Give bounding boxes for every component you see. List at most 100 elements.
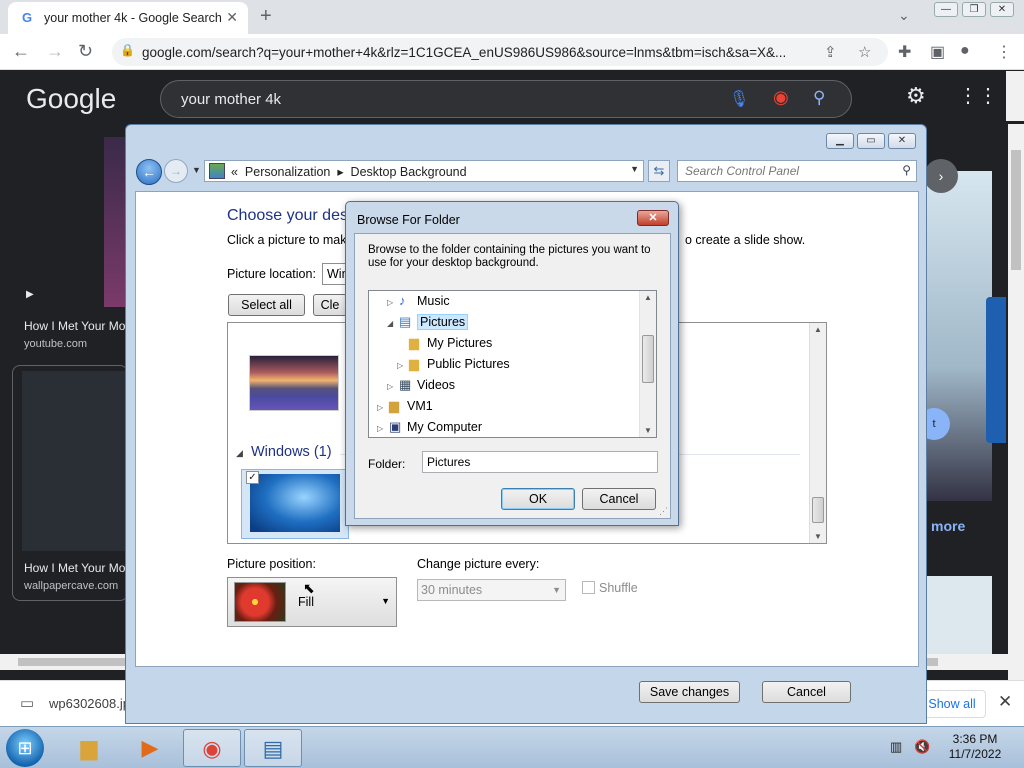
side-extension-widget[interactable] <box>986 297 1006 443</box>
expand-arrow-icon[interactable]: ▷ <box>387 293 399 313</box>
explorer-taskbar-icon[interactable]: ▆ <box>60 729 118 767</box>
picture-list-scrollbar[interactable]: ▲ ▼ <box>809 323 826 543</box>
voice-search-icon[interactable]: 🎙 <box>729 89 749 109</box>
search-placeholder[interactable]: Search Control Panel <box>685 164 799 178</box>
side-panel-icon[interactable]: ▣ <box>930 42 945 62</box>
related-image-thumbnail[interactable] <box>926 576 992 656</box>
new-tab-button[interactable]: + <box>260 5 272 28</box>
breadcrumb-desktop-background[interactable]: Desktop Background <box>351 165 467 179</box>
select-all-button[interactable]: Select all <box>228 294 305 316</box>
scroll-up-arrow-icon[interactable]: ▲ <box>644 293 652 302</box>
breadcrumb-personalization[interactable]: Personalization <box>245 165 330 179</box>
tree-item-my-computer[interactable]: ▷ ▣ My Computer <box>377 417 482 437</box>
tree-item-music[interactable]: ▷ ♪ Music <box>387 291 450 311</box>
cancel-button[interactable]: Cancel <box>582 488 656 510</box>
expand-arrow-icon[interactable]: ▷ <box>387 377 399 397</box>
chrome-taskbar-icon[interactable]: ◉ <box>183 729 241 767</box>
tree-item-my-pictures[interactable]: ▆ My Pictures <box>397 333 492 353</box>
recent-pages-dropdown-icon[interactable]: ▼ <box>192 165 201 175</box>
media-player-taskbar-icon[interactable]: ▶ <box>121 729 179 767</box>
resize-grip-icon[interactable]: ⋰ <box>659 506 668 517</box>
google-logo[interactable]: Google <box>26 83 116 115</box>
extensions-puzzle-icon[interactable]: ✚ <box>898 42 911 62</box>
tree-item-pictures[interactable]: ◢ ▤ Pictures <box>387 312 469 334</box>
expand-arrow-icon[interactable]: ▷ <box>377 419 389 437</box>
minimize-button[interactable]: ▁ <box>826 133 854 149</box>
result-title[interactable]: How I Met Your Mo <box>24 561 125 575</box>
profile-avatar-icon[interactable]: ● <box>960 42 970 60</box>
search-query[interactable]: your mother 4k <box>181 91 281 108</box>
tree-item-label[interactable]: VM1 <box>407 399 433 413</box>
address-bar[interactable]: 🔒 google.com/search?q=your+mother+4k&rlz… <box>112 38 888 66</box>
close-button[interactable]: ✕ <box>888 133 916 149</box>
group-header[interactable]: ◢ Windows (1) <box>236 444 332 460</box>
google-lens-icon[interactable]: ◉ <box>773 87 789 108</box>
tab-close-icon[interactable]: ✕ <box>226 9 238 26</box>
wallpaper-thumbnail[interactable] <box>250 474 340 532</box>
address-bar[interactable]: « Personalization ▸ Desktop Background ▼ <box>204 160 644 182</box>
tree-item-label[interactable]: Music <box>417 294 450 308</box>
back-arrow-icon[interactable]: ← <box>136 159 162 185</box>
control-panel-taskbar-icon[interactable]: ▤ <box>244 729 302 767</box>
close-window-button[interactable]: ✕ <box>990 2 1014 17</box>
scroll-down-arrow-icon[interactable]: ▼ <box>814 532 822 541</box>
address-dropdown-icon[interactable]: ▼ <box>630 164 639 174</box>
forward-arrow-icon[interactable]: → <box>46 41 64 62</box>
save-changes-button[interactable]: Save changes <box>639 681 740 703</box>
selected-wallpaper-item[interactable]: ✓ <box>241 469 349 539</box>
search-icon[interactable]: ⚲ <box>902 163 911 177</box>
show-all-button[interactable]: Show all <box>918 690 986 718</box>
clock[interactable]: 3:36 PM 11/7/2022 <box>940 732 1010 762</box>
preview-image[interactable] <box>926 171 992 501</box>
tree-scrollbar[interactable]: ▲ ▼ <box>639 291 656 437</box>
change-interval-select[interactable]: 30 minutes ▼ <box>417 579 566 601</box>
scrollbar-thumb[interactable] <box>642 335 654 383</box>
scroll-down-arrow-icon[interactable]: ▼ <box>644 426 652 435</box>
result-thumbnail[interactable] <box>104 137 126 307</box>
folder-input[interactable]: Pictures <box>422 451 658 473</box>
tree-item-vm1[interactable]: ▷ ▆ VM1 <box>377 396 433 416</box>
search-control-panel-input[interactable]: Search Control Panel ⚲ <box>677 160 917 182</box>
back-arrow-icon[interactable]: ← <box>12 41 30 62</box>
wallpaper-thumbnail[interactable] <box>249 355 339 411</box>
google-apps-icon[interactable]: ⋮⋮ <box>958 83 998 108</box>
expand-arrow-icon[interactable]: ▷ <box>377 398 389 418</box>
cancel-button[interactable]: Cancel <box>762 681 851 703</box>
more-link[interactable]: more <box>931 518 965 534</box>
clear-all-button[interactable]: Cle <box>313 294 347 316</box>
settings-gear-icon[interactable]: ⚙ <box>906 83 926 109</box>
network-icon[interactable]: ▥ <box>890 739 902 755</box>
reload-icon[interactable]: ↻ <box>78 41 93 62</box>
maximize-button[interactable]: ▭ <box>857 133 885 149</box>
collapse-arrow-icon[interactable]: ◢ <box>387 314 399 334</box>
scrollbar-thumb[interactable] <box>1011 150 1021 270</box>
dialog-close-button[interactable]: ✕ <box>637 210 669 226</box>
forward-arrow-icon[interactable]: → <box>164 159 188 183</box>
folder-tree[interactable]: ▷ ♪ Music ◢ ▤ Pictures ▆ My Pictures ▷ ▆ Public… <box>368 290 657 438</box>
restore-button[interactable]: ❐ <box>962 2 986 17</box>
tree-item-label[interactable]: My Pictures <box>427 336 492 350</box>
bookmark-star-icon[interactable]: ☆ <box>858 43 871 61</box>
scroll-up-arrow-icon[interactable]: ▲ <box>814 325 822 334</box>
ok-button[interactable]: OK <box>501 488 575 510</box>
wallpaper-checkbox[interactable]: ✓ <box>246 471 259 484</box>
result-title[interactable]: How I Met Your Mo <box>24 319 125 333</box>
tree-item-public-pictures[interactable]: ▷ ▆ Public Pictures <box>397 354 510 374</box>
tree-item-videos[interactable]: ▷ ▦ Videos <box>387 375 455 395</box>
tree-item-label[interactable]: My Computer <box>407 420 482 434</box>
shuffle-checkbox[interactable]: Shuffle <box>582 581 638 595</box>
download-filename[interactable]: wp6302608.jp <box>49 696 130 711</box>
start-button[interactable]: ⊞ <box>6 729 44 767</box>
next-image-chevron-icon[interactable]: › <box>924 159 958 193</box>
volume-muted-icon[interactable]: 🔇 <box>914 739 930 755</box>
scrollbar-thumb[interactable] <box>812 497 824 523</box>
search-icon[interactable]: ⚲ <box>813 88 825 108</box>
collapse-arrow-icon[interactable]: ◢ <box>236 448 243 458</box>
result-thumbnail[interactable] <box>22 371 126 551</box>
url-text[interactable]: google.com/search?q=your+mother+4k&rlz=1… <box>142 45 822 60</box>
tree-item-label[interactable]: Public Pictures <box>427 357 510 371</box>
tree-item-label[interactable]: Pictures <box>417 314 469 330</box>
tree-item-label[interactable]: Videos <box>417 378 455 392</box>
google-search-box[interactable]: your mother 4k 🎙 ◉ ⚲ <box>160 80 852 118</box>
browser-tab[interactable]: G your mother 4k - Google Search ✕ <box>8 2 248 34</box>
